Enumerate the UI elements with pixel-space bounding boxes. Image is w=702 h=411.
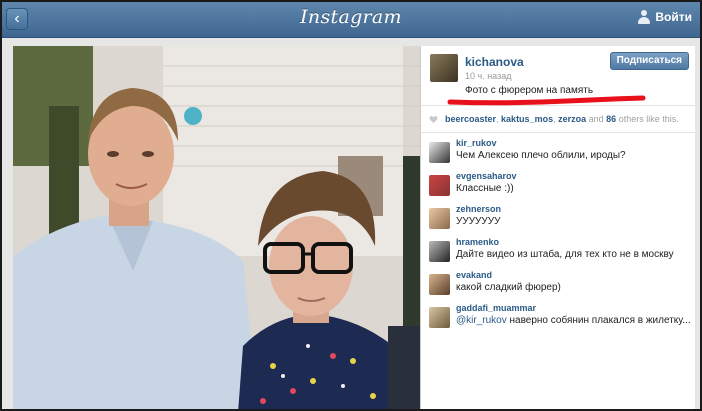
login-button[interactable]: Войти — [637, 10, 692, 24]
commenter-avatar[interactable] — [429, 241, 450, 262]
post-timestamp: 10 ч. назад — [465, 71, 512, 81]
commenter-avatar[interactable] — [429, 175, 450, 196]
post-photo[interactable] — [13, 46, 420, 409]
follow-button[interactable]: Подписаться — [609, 52, 689, 70]
login-label: Войти — [655, 10, 692, 24]
likes-text: beercoaster, kaktus_mos, zerzoa and 86 o… — [445, 114, 679, 124]
commenter-username[interactable]: gaddafi_muammar — [456, 303, 536, 313]
user-icon — [637, 10, 651, 24]
photo-illustration — [13, 46, 420, 409]
like-user-link[interactable]: beercoaster — [445, 114, 496, 124]
comment-item: evgensaharov Классные :)) — [421, 168, 696, 201]
commenter-username[interactable]: hramenko — [456, 237, 499, 247]
comment-text: @kir_rukov наверно собянин плакался в жи… — [456, 315, 691, 326]
commenter-avatar[interactable] — [429, 142, 450, 163]
comment-item: kir_rukov Чем Алексею плечо облили, ирод… — [421, 135, 696, 168]
commenter-username[interactable]: evakand — [456, 270, 492, 280]
commenter-username[interactable]: zehnerson — [456, 204, 501, 214]
comment-text: Классные :)) — [456, 183, 514, 194]
heart-icon[interactable] — [429, 115, 438, 124]
comment-item: gaddafi_muammar @kir_rukov наверно собян… — [421, 300, 696, 333]
comment-item: hramenko Дайте видео из штаба, для тех к… — [421, 234, 696, 267]
comment-text: УУУУУУУ — [456, 216, 501, 227]
commenter-avatar[interactable] — [429, 274, 450, 295]
like-user-link[interactable]: kaktus_mos — [501, 114, 553, 124]
comment-text: какой сладкий фюрер) — [456, 282, 561, 293]
commenter-username[interactable]: evgensaharov — [456, 171, 517, 181]
comment-text-rest: наверно собянин плакался в жилетку... — [506, 315, 691, 326]
likes-count[interactable]: 86 — [606, 114, 616, 124]
instagram-logo[interactable]: Instagram — [2, 6, 700, 28]
post-caption: Фото с фюрером на память — [465, 85, 594, 96]
commenter-avatar[interactable] — [429, 208, 450, 229]
commenter-username[interactable]: kir_rukov — [456, 138, 497, 148]
commenter-avatar[interactable] — [429, 307, 450, 328]
app-window: ‹ Instagram Войти kichanova 10 ч. назад … — [0, 0, 702, 411]
comment-text: Чем Алексею плечо облили, ироды? — [456, 150, 626, 161]
top-bar: ‹ Instagram Войти — [2, 2, 700, 38]
comment-mention[interactable]: @kir_rukov — [456, 315, 507, 326]
likes-suffix: others like this. — [618, 114, 679, 124]
post-header: kichanova 10 ч. назад Фото с фюрером на … — [421, 46, 695, 106]
likes-row: beercoaster, kaktus_mos, zerzoa and 86 o… — [421, 106, 695, 133]
post-details-panel: kichanova 10 ч. назад Фото с фюрером на … — [420, 46, 696, 409]
owner-avatar[interactable] — [430, 54, 458, 82]
like-user-link[interactable]: zerzoa — [558, 114, 586, 124]
comment-text: Дайте видео из штаба, для тех кто не в м… — [456, 249, 674, 260]
comment-item: evakand какой сладкий фюрер) — [421, 267, 696, 300]
owner-username[interactable]: kichanova — [465, 55, 524, 69]
likes-and: and — [588, 114, 604, 124]
comment-item: zehnerson УУУУУУУ — [421, 201, 696, 234]
comments-list: kir_rukov Чем Алексею плечо облили, ирод… — [421, 135, 696, 333]
